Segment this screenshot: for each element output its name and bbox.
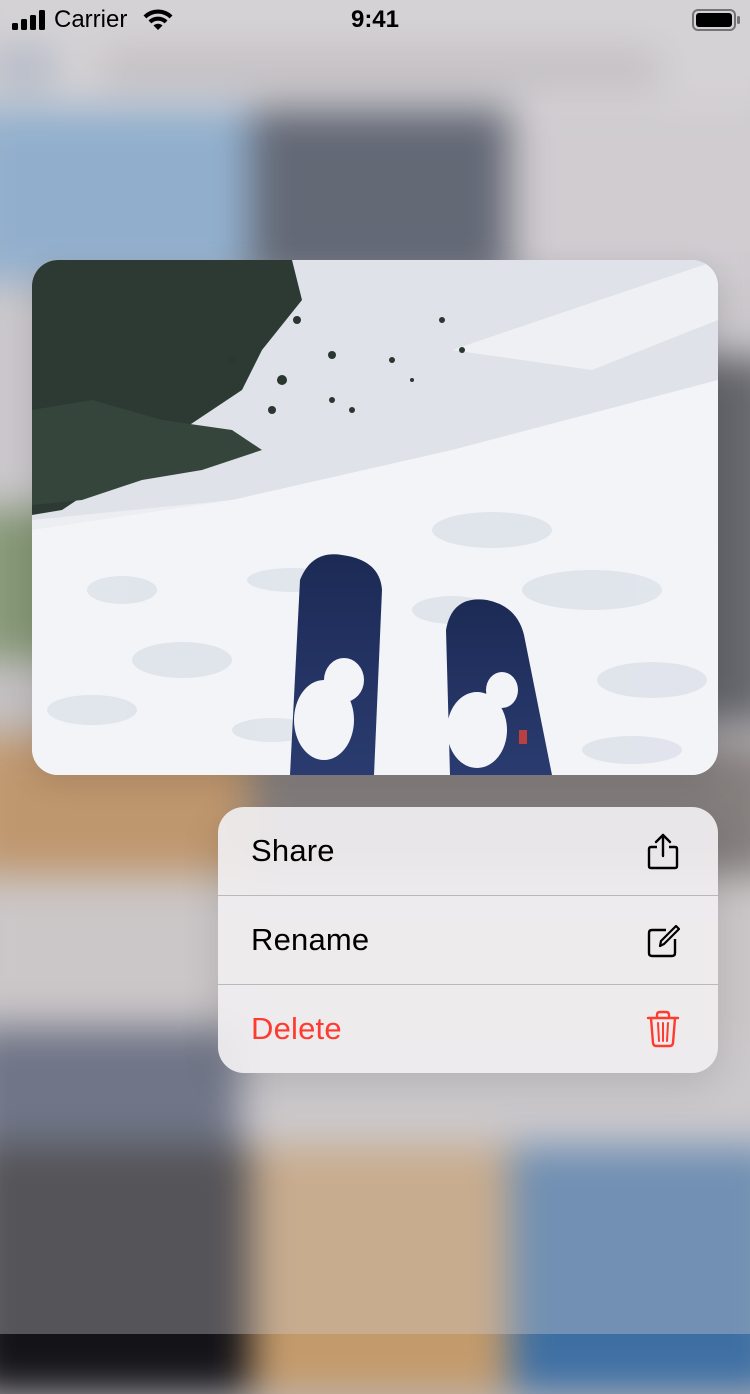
compose-icon [647,924,680,958]
menu-item-label: Share [251,833,335,868]
menu-item-delete[interactable]: Delete [218,984,718,1073]
menu-item-label: Delete [251,1011,342,1046]
menu-item-share[interactable]: Share [218,807,718,895]
share-icon [647,833,679,870]
clock: 9:41 [350,6,400,33]
battery-icon [692,9,740,31]
photo-preview[interactable] [32,260,718,775]
menu-item-label: Rename [251,922,370,957]
status-bar: Carrier 9:41 [0,0,750,40]
trash-icon [646,1010,680,1048]
context-menu: Share Rename Delete [218,807,718,1073]
menu-item-rename[interactable]: Rename [218,895,718,984]
ski-photo-icon [32,260,718,775]
